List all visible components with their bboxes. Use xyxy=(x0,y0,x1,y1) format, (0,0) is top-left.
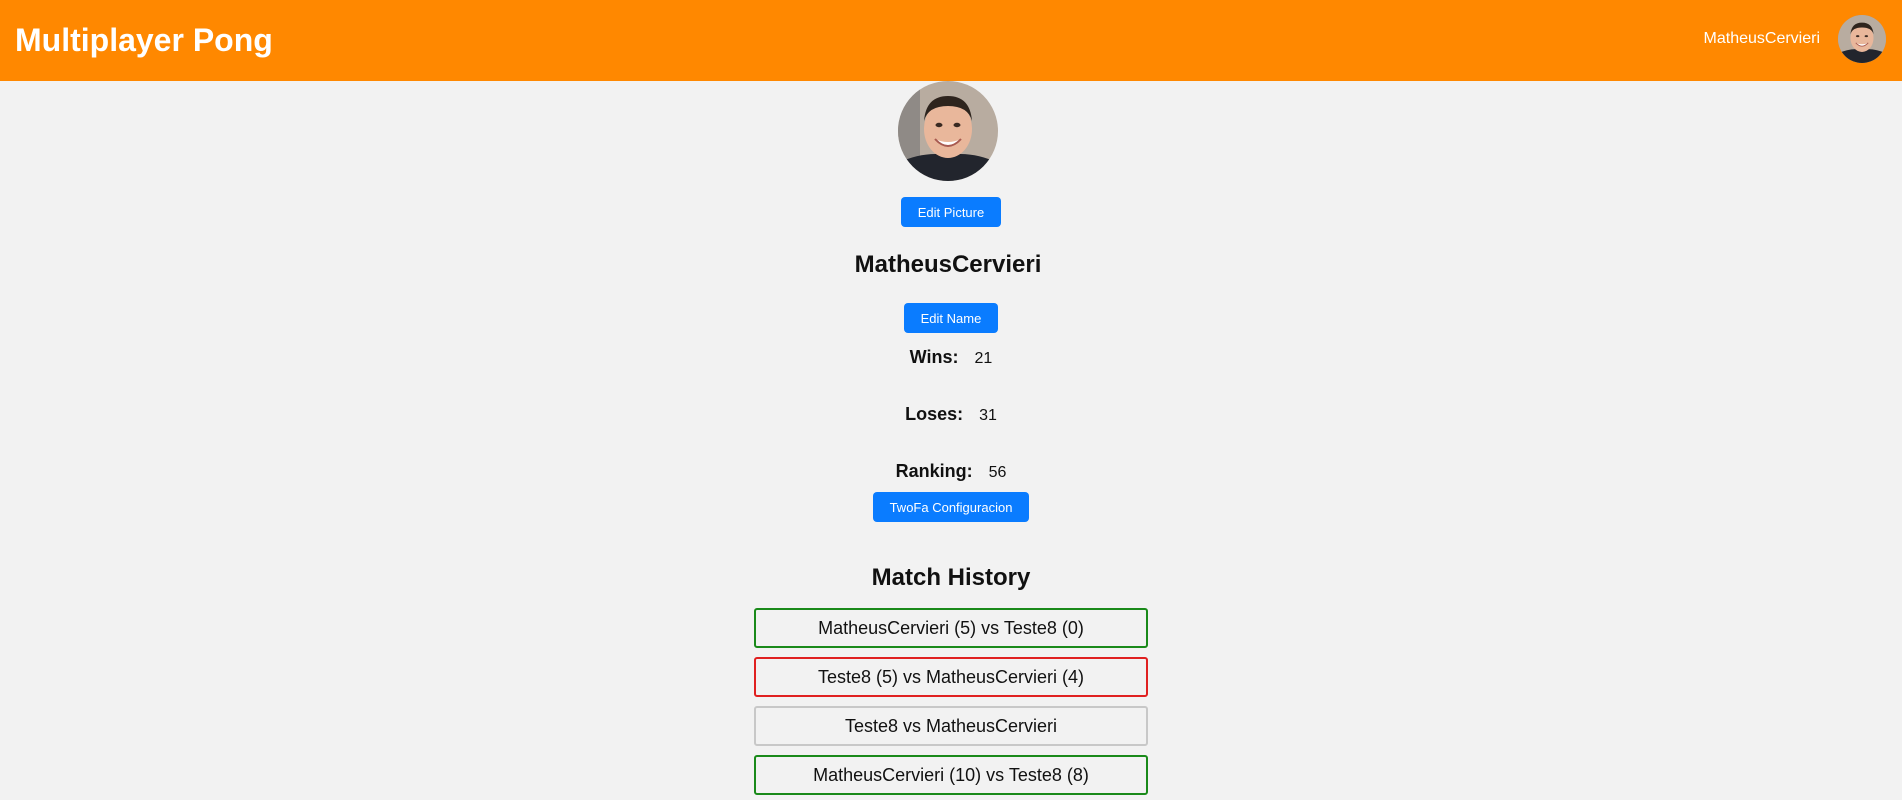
match-history-item: Teste8 vs MatheusCervieri xyxy=(754,706,1148,746)
match-history-title: Match History xyxy=(871,564,1031,591)
match-history-item: MatheusCervieri (5) vs Teste8 (0) xyxy=(754,608,1148,648)
user-photo-icon xyxy=(898,81,998,181)
user-photo-icon xyxy=(1838,15,1886,63)
edit-name-button[interactable]: Edit Name xyxy=(903,303,999,333)
loses-label: Loses: xyxy=(905,404,964,424)
wins-label: Wins: xyxy=(909,347,959,367)
profile-section: Edit Picture MatheusCervieri Edit Name W… xyxy=(0,81,1902,795)
wins-value: 21 xyxy=(974,350,993,367)
edit-picture-button[interactable]: Edit Picture xyxy=(900,197,1002,227)
header-avatar[interactable] xyxy=(1838,15,1886,63)
match-history-list: MatheusCervieri (5) vs Teste8 (0) Teste8… xyxy=(754,608,1148,795)
twofa-config-button[interactable]: TwoFa Configuracion xyxy=(872,492,1030,522)
profile-avatar xyxy=(898,81,998,181)
stat-ranking: Ranking: 56 xyxy=(896,461,1007,481)
stat-loses: Loses: 31 xyxy=(905,404,997,424)
loses-value: 31 xyxy=(979,407,997,424)
match-history-item: Teste8 (5) vs MatheusCervieri (4) xyxy=(754,657,1148,697)
header-username[interactable]: MatheusCervieri xyxy=(1704,30,1820,48)
ranking-label: Ranking: xyxy=(895,461,973,481)
stat-wins: Wins: 21 xyxy=(910,347,993,367)
profile-username: MatheusCervieri xyxy=(854,251,1042,278)
ranking-value: 56 xyxy=(988,464,1007,481)
top-navbar: Multiplayer Pong MatheusCervieri xyxy=(0,0,1902,81)
user-menu[interactable]: MatheusCervieri xyxy=(1704,15,1886,63)
app-title[interactable]: Multiplayer Pong xyxy=(15,20,273,60)
match-history-item: MatheusCervieri (10) vs Teste8 (8) xyxy=(754,755,1148,795)
